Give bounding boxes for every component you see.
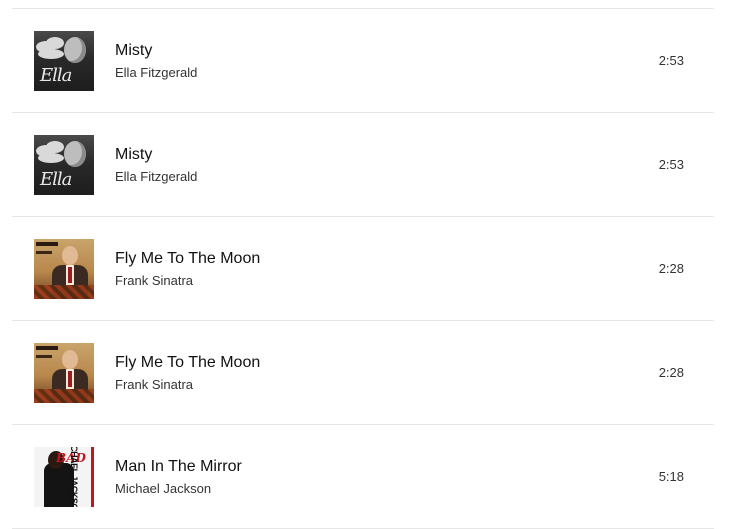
track-artist: Michael Jackson	[115, 481, 212, 496]
cloud-shape	[46, 141, 64, 153]
portrait-shape	[64, 37, 86, 63]
track-duration: 5:18	[658, 469, 684, 484]
track-title: Misty	[115, 146, 153, 163]
cloud-shape	[38, 153, 64, 163]
album-art-ella: Ella	[34, 135, 94, 195]
cover-text-band	[36, 251, 52, 254]
track-artist: Frank Sinatra	[115, 273, 194, 288]
track-artist: Ella Fitzgerald	[115, 169, 198, 184]
cloud-shape	[46, 37, 64, 49]
album-art-ella: Ella	[34, 31, 94, 91]
portrait-shape	[62, 246, 78, 265]
album-art-script: Ella	[40, 65, 72, 86]
floral-pattern	[34, 389, 94, 403]
track-title: Misty	[115, 42, 153, 59]
track-row[interactable]: Fly Me To The Moon Frank Sinatra 2:28	[12, 217, 714, 321]
album-art-sinatra	[34, 239, 94, 299]
album-art-side-text: MICHAEL JACKSON	[69, 447, 80, 507]
track-title: Fly Me To The Moon	[115, 354, 261, 371]
track-duration: 2:53	[658, 53, 684, 68]
cover-text-band	[36, 346, 58, 350]
cover-text-band	[36, 242, 58, 246]
track-row[interactable]: Ella Misty Ella Fitzgerald 2:53	[12, 113, 714, 217]
portrait-shape	[62, 350, 78, 369]
tie-shape	[68, 371, 72, 387]
track-list: Ella Misty Ella Fitzgerald 2:53 Ella Mis…	[0, 0, 731, 529]
track-duration: 2:28	[658, 365, 684, 380]
tie-shape	[68, 267, 72, 283]
track-row[interactable]: BAD MICHAEL JACKSON Man In The Mirror Mi…	[12, 425, 714, 529]
track-title: Man In The Mirror	[115, 458, 242, 475]
cover-text-band	[36, 355, 52, 358]
track-row[interactable]: Ella Misty Ella Fitzgerald 2:53	[12, 9, 714, 113]
track-artist: Ella Fitzgerald	[115, 65, 198, 80]
album-art-sinatra	[34, 343, 94, 403]
cloud-shape	[38, 49, 64, 59]
portrait-shape	[64, 141, 86, 167]
track-row[interactable]: Fly Me To The Moon Frank Sinatra 2:28	[12, 321, 714, 425]
track-duration: 2:53	[658, 157, 684, 172]
cover-stripe	[91, 447, 94, 507]
track-artist: Frank Sinatra	[115, 377, 194, 392]
floral-pattern	[34, 285, 94, 299]
track-duration: 2:28	[658, 261, 684, 276]
album-art-bad: BAD MICHAEL JACKSON	[34, 447, 94, 507]
track-title: Fly Me To The Moon	[115, 250, 261, 267]
album-art-script: Ella	[40, 169, 72, 190]
